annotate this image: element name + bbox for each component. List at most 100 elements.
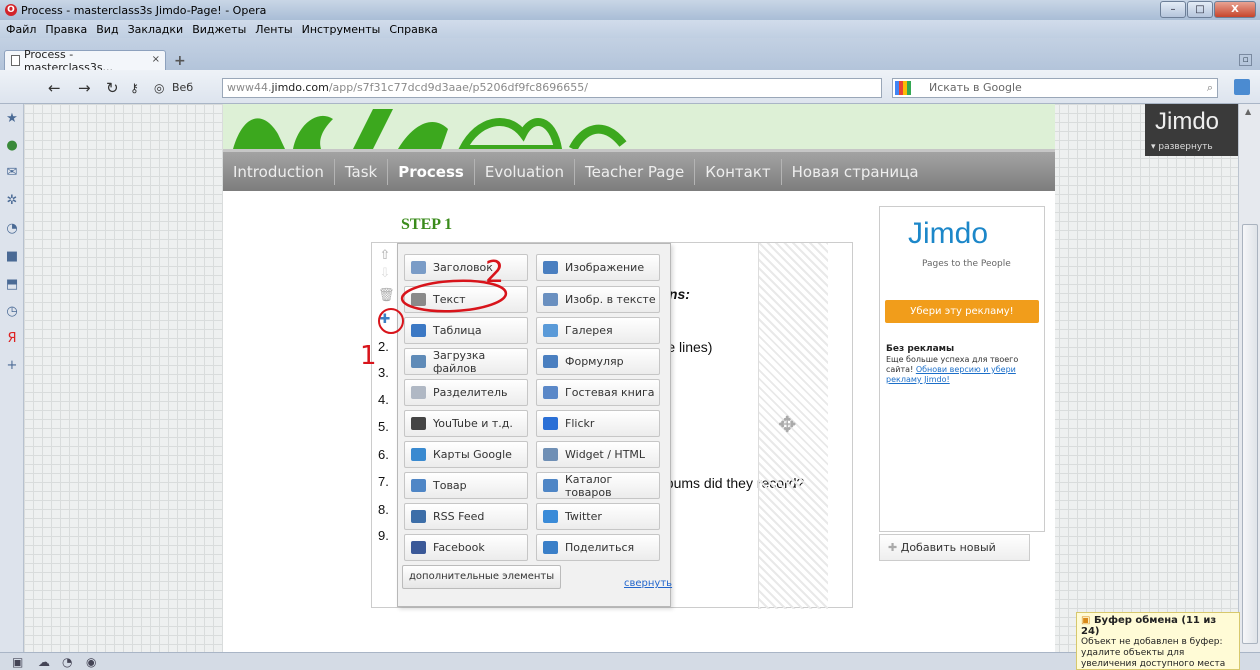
menu-feeds[interactable]: Ленты xyxy=(255,23,292,36)
option-divider[interactable]: Разделитель xyxy=(404,379,528,406)
add-panel-icon[interactable]: + xyxy=(5,359,19,373)
list-number: 3. xyxy=(378,365,389,380)
option-label: Карты Google xyxy=(433,448,512,461)
option-guestbook[interactable]: Гостевая книга xyxy=(536,379,660,406)
jimdo-ad: Jimdo Pages to the People Убери эту рекл… xyxy=(879,206,1045,532)
mail-icon[interactable]: ✉ xyxy=(5,166,19,180)
move-down-icon[interactable]: ⇩ xyxy=(378,267,392,281)
trash-icon[interactable]: 🗑 xyxy=(378,289,395,303)
menu-view[interactable]: Вид xyxy=(96,23,118,36)
catalog-icon xyxy=(543,479,558,492)
menu-edit[interactable]: Правка xyxy=(45,23,87,36)
menu-widgets[interactable]: Виджеты xyxy=(192,23,246,36)
window-titlebar: O Process - masterclass3s Jimdo-Page! - … xyxy=(0,0,1260,20)
option-table[interactable]: Таблица xyxy=(404,317,528,344)
speed-dial-icon[interactable]: ◉ xyxy=(86,655,96,669)
upload-icon xyxy=(411,355,426,368)
google-icon[interactable] xyxy=(895,81,911,95)
option-label: Каталог товаров xyxy=(565,472,613,499)
move-up-icon[interactable]: ⇧ xyxy=(378,249,392,263)
widgets-icon[interactable]: ● xyxy=(5,139,19,153)
option-gallery[interactable]: Галерея xyxy=(536,317,660,344)
transfers-icon[interactable]: ⬒ xyxy=(5,278,19,292)
option-image[interactable]: Изображение xyxy=(536,254,660,281)
option-catalog[interactable]: Каталог товаров xyxy=(536,472,660,499)
option-flickr[interactable]: Flickr xyxy=(536,410,660,437)
search-icon[interactable]: ⌕ xyxy=(1207,79,1213,97)
option-file-upload[interactable]: Загрузка файлов xyxy=(404,348,528,375)
option-share[interactable]: Поделиться xyxy=(536,534,660,561)
option-facebook[interactable]: Facebook xyxy=(404,534,528,561)
closed-tabs-button[interactable]: ▫ xyxy=(1239,54,1252,66)
expand-link[interactable]: ▾ развернуть xyxy=(1151,142,1213,152)
rss-icon xyxy=(411,510,426,523)
tab-close-icon[interactable]: × xyxy=(152,54,160,65)
search-input[interactable]: Искать в Google ⌕ xyxy=(892,78,1218,98)
save-page-icon[interactable] xyxy=(1234,79,1250,95)
nav-teacher-page[interactable]: Teacher Page xyxy=(575,158,696,185)
nav-contact[interactable]: Контакт xyxy=(695,158,782,185)
nav-introduction[interactable]: Introduction xyxy=(223,158,335,185)
panel-toggle-icon[interactable]: ▣ xyxy=(12,655,23,669)
maximize-button[interactable]: □ xyxy=(1187,1,1213,18)
bookmarks-icon[interactable]: ★ xyxy=(5,112,19,126)
chat-icon[interactable]: ◔ xyxy=(5,222,19,236)
opera-logo-icon: O xyxy=(5,4,17,16)
web-page: Introduction Task Process Evoluation Tea… xyxy=(24,104,1238,652)
reload-icon[interactable]: ↻ xyxy=(106,79,119,97)
vertical-scrollbar[interactable]: ▲ xyxy=(1238,104,1260,652)
option-google-maps[interactable]: Карты Google xyxy=(404,441,528,468)
unite-icon[interactable]: ◔ xyxy=(62,655,72,669)
menu-bookmarks[interactable]: Закладки xyxy=(128,23,184,36)
collapse-link[interactable]: свернуть xyxy=(624,578,672,589)
tab-process[interactable]: Process - masterclass3s... × xyxy=(4,48,166,74)
jimdo-logo[interactable]: Jimdo xyxy=(1155,108,1219,136)
option-rss[interactable]: RSS Feed xyxy=(404,503,528,530)
web-label[interactable]: Веб xyxy=(172,81,193,94)
option-youtube[interactable]: YouTube и т.д. xyxy=(404,410,528,437)
yandex-icon[interactable]: Я xyxy=(5,332,19,346)
address-bar[interactable]: www44.jimdo.com/app/s7f31c77dcd9d3aae/p5… xyxy=(222,78,882,98)
remove-ad-button[interactable]: Убери эту рекламу! xyxy=(885,300,1039,323)
menu-tools[interactable]: Инструменты xyxy=(302,23,381,36)
option-form[interactable]: Формуляр xyxy=(536,348,660,375)
nav-evoluation[interactable]: Evoluation xyxy=(475,158,575,185)
search-placeholder: Искать в Google xyxy=(929,81,1022,94)
ad-heading: Без рекламы xyxy=(886,344,955,354)
url-prefix: www44. xyxy=(227,81,272,94)
security-icon[interactable]: ◎ xyxy=(154,81,164,95)
nav-task[interactable]: Task xyxy=(335,158,389,185)
option-product[interactable]: Товар xyxy=(404,472,528,499)
move-icon[interactable]: ✥ xyxy=(778,413,796,438)
scroll-up-icon[interactable]: ▲ xyxy=(1245,107,1251,116)
step-heading: STEP 1 xyxy=(401,216,453,233)
key-icon[interactable]: ⚷ xyxy=(130,81,139,95)
option-heading[interactable]: Заголовок xyxy=(404,254,528,281)
facebook-icon xyxy=(411,541,426,554)
option-widget-html[interactable]: Widget / HTML xyxy=(536,441,660,468)
option-label: RSS Feed xyxy=(433,510,485,523)
close-button[interactable]: X xyxy=(1214,1,1256,18)
back-arrow-icon[interactable]: ← xyxy=(48,79,61,97)
add-element-icon[interactable]: ✚ xyxy=(378,313,392,327)
cloud-icon[interactable]: ☁ xyxy=(38,655,50,669)
nav-new-page[interactable]: Новая страница xyxy=(782,159,929,185)
nav-process[interactable]: Process xyxy=(388,158,475,185)
more-elements-button[interactable]: дополнительные элементы xyxy=(402,565,562,589)
notes-icon[interactable]: ■ xyxy=(5,250,19,264)
menu-file[interactable]: Файл xyxy=(6,23,36,36)
minimize-button[interactable]: – xyxy=(1160,1,1186,18)
menu-help[interactable]: Справка xyxy=(389,23,437,36)
forward-arrow-icon[interactable]: → xyxy=(78,79,91,97)
option-text[interactable]: Текст xyxy=(404,286,528,313)
new-tab-button[interactable]: + xyxy=(174,53,186,69)
table-icon xyxy=(411,324,426,337)
notice-title-text: Буфер обмена (11 из 24) xyxy=(1081,615,1217,637)
option-label: Поделиться xyxy=(565,541,635,554)
option-image-in-text[interactable]: Изобр. в тексте xyxy=(536,286,660,313)
scrollbar-thumb[interactable] xyxy=(1242,224,1258,644)
option-twitter[interactable]: Twitter xyxy=(536,503,660,530)
gear-icon[interactable]: ✲ xyxy=(5,194,19,208)
add-new-button[interactable]: ✚ Добавить новый xyxy=(879,534,1030,561)
history-icon[interactable]: ◷ xyxy=(5,305,19,319)
